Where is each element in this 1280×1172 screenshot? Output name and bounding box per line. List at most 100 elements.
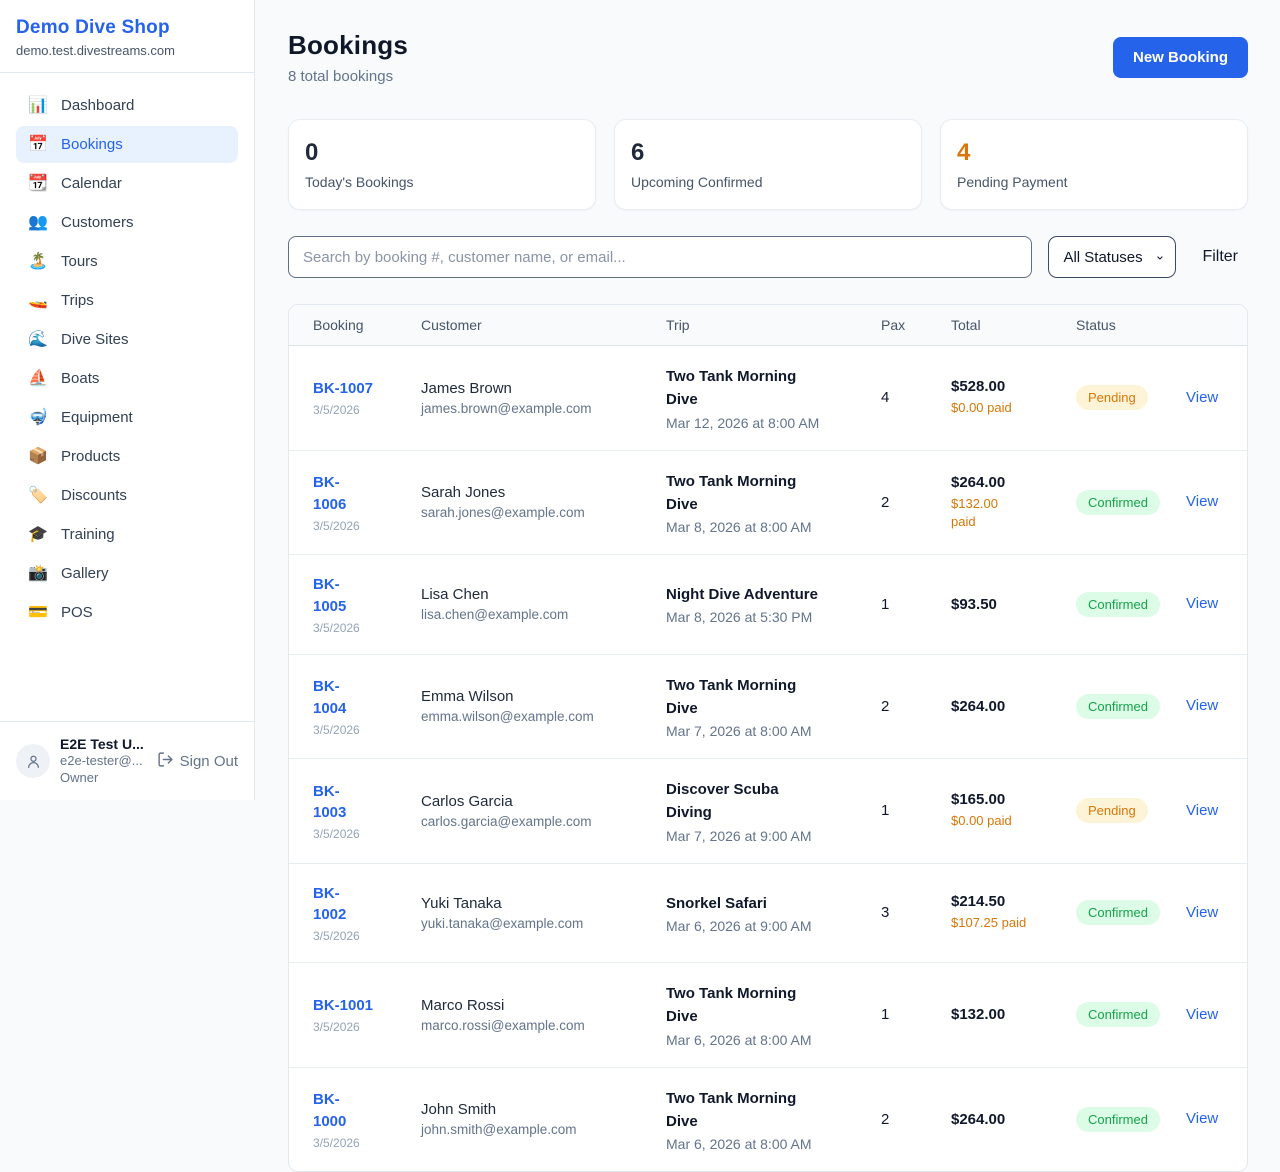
sidebar-item-gallery[interactable]: 📸 Gallery: [16, 555, 238, 592]
customers-icon: 👥: [28, 215, 48, 231]
booking-number-link[interactable]: BK-1002: [313, 883, 346, 927]
view-link[interactable]: View: [1186, 389, 1218, 406]
sidebar-item-discounts[interactable]: 🏷️ Discounts: [16, 477, 238, 514]
customer-name: John Smith: [421, 1101, 642, 1118]
sidebar-item-label: Dashboard: [61, 97, 134, 114]
col-header-trip: Trip: [654, 305, 869, 346]
table-row: BK-1002 3/5/2026 Yuki Tanaka yuki.tanaka…: [289, 863, 1248, 963]
sidebar-item-customers[interactable]: 👥 Customers: [16, 204, 238, 241]
customer-name: James Brown: [421, 380, 642, 397]
col-header-actions: [1174, 305, 1248, 346]
user-name: E2E Test U...: [60, 735, 144, 753]
status-badge: Confirmed: [1076, 1107, 1160, 1132]
view-link[interactable]: View: [1186, 697, 1218, 714]
new-booking-button[interactable]: New Booking: [1113, 37, 1248, 78]
booking-number-link[interactable]: BK-1007: [313, 378, 373, 400]
sidebar-item-label: Training: [61, 526, 115, 543]
stat-label: Pending Payment: [957, 174, 1231, 190]
bookings-table-card: Booking Customer Trip Pax Total Status B…: [288, 304, 1248, 1172]
paid-amount: $0.00 paid: [951, 812, 1052, 830]
trip-datetime: Mar 7, 2026 at 8:00 AM: [666, 723, 857, 739]
trip-name: Discover Scuba Diving: [666, 778, 826, 825]
sidebar-item-trips[interactable]: 🚤 Trips: [16, 282, 238, 319]
table-row: BK-1006 3/5/2026 Sarah Jones sarah.jones…: [289, 450, 1248, 555]
sidebar-item-label: Products: [61, 448, 120, 465]
pax-count: 2: [881, 698, 927, 715]
tours-icon: 🏝️: [28, 254, 48, 270]
sidebar-item-tours[interactable]: 🏝️ Tours: [16, 243, 238, 280]
bookings-tbody: BK-1007 3/5/2026 James Brown james.brown…: [289, 346, 1248, 1172]
booking-number-link[interactable]: BK-1003: [313, 781, 346, 825]
trip-name: Two Tank Morning Dive: [666, 674, 826, 721]
trip-datetime: Mar 7, 2026 at 9:00 AM: [666, 828, 857, 844]
sidebar-item-dashboard[interactable]: 📊 Dashboard: [16, 87, 238, 124]
sidebar-item-training[interactable]: 🎓 Training: [16, 516, 238, 553]
sidebar-item-dive-sites[interactable]: 🌊 Dive Sites: [16, 321, 238, 358]
customer-email: sarah.jones@example.com: [421, 505, 642, 520]
status-badge: Pending: [1076, 385, 1148, 410]
view-link[interactable]: View: [1186, 1110, 1218, 1127]
sidebar-item-boats[interactable]: ⛵ Boats: [16, 360, 238, 397]
customer-email: emma.wilson@example.com: [421, 709, 642, 724]
total-amount: $528.00: [951, 378, 1052, 395]
status-filter-select[interactable]: All Statuses: [1048, 236, 1176, 278]
page-title-block: Bookings 8 total bookings: [288, 30, 408, 85]
booking-date: 3/5/2026: [313, 621, 397, 635]
booking-date: 3/5/2026: [313, 827, 397, 841]
sidebar-item-label: POS: [61, 604, 93, 621]
booking-number-link[interactable]: BK-1000: [313, 1089, 346, 1133]
pax-count: 4: [881, 389, 927, 406]
view-link[interactable]: View: [1186, 595, 1218, 612]
customer-email: lisa.chen@example.com: [421, 607, 642, 622]
customer-email: john.smith@example.com: [421, 1122, 642, 1137]
customer-email: carlos.garcia@example.com: [421, 814, 642, 829]
dashboard-icon: 📊: [28, 98, 48, 114]
sidebar-item-label: Gallery: [61, 565, 109, 582]
sidebar-item-pos[interactable]: 💳 POS: [16, 594, 238, 631]
total-bookings-count: 8 total bookings: [288, 68, 408, 85]
pax-count: 2: [881, 494, 927, 511]
sidebar-item-label: Trips: [61, 292, 94, 309]
booking-number-link[interactable]: BK-1006: [313, 472, 346, 516]
sign-out-label: Sign Out: [180, 753, 238, 770]
bookings-icon: 📅: [28, 137, 48, 153]
view-link[interactable]: View: [1186, 904, 1218, 921]
customer-email: marco.rossi@example.com: [421, 1018, 642, 1033]
stat-card-todays-bookings: 0 Today's Bookings: [288, 119, 596, 210]
booking-date: 3/5/2026: [313, 723, 397, 737]
status-filter-wrap: All Statuses ⌄: [1048, 236, 1176, 278]
total-amount: $264.00: [951, 1111, 1052, 1128]
search-input[interactable]: [288, 236, 1032, 278]
booking-date: 3/5/2026: [313, 1020, 397, 1034]
trip-datetime: Mar 8, 2026 at 5:30 PM: [666, 609, 857, 625]
shop-name: Demo Dive Shop: [16, 17, 238, 39]
pax-count: 1: [881, 1006, 927, 1023]
view-link[interactable]: View: [1186, 493, 1218, 510]
stat-value: 6: [631, 139, 905, 167]
col-header-booking: Booking: [289, 305, 409, 346]
view-link[interactable]: View: [1186, 802, 1218, 819]
sidebar-item-calendar[interactable]: 📆 Calendar: [16, 165, 238, 202]
status-badge: Confirmed: [1076, 694, 1160, 719]
sidebar: Demo Dive Shop demo.test.divestreams.com…: [0, 0, 255, 800]
trips-icon: 🚤: [28, 293, 48, 309]
filter-button[interactable]: Filter: [1192, 242, 1248, 272]
sidebar-nav: 📊 Dashboard 📅 Bookings 📆 Calendar 👥 Cust…: [0, 73, 254, 647]
page-header: Bookings 8 total bookings New Booking: [288, 30, 1248, 85]
shop-logo-block: Demo Dive Shop demo.test.divestreams.com: [0, 0, 254, 73]
sidebar-item-bookings[interactable]: 📅 Bookings: [16, 126, 238, 163]
booking-number-link[interactable]: BK-1004: [313, 676, 346, 720]
page-title: Bookings: [288, 30, 408, 61]
col-header-status: Status: [1064, 305, 1174, 346]
pos-icon: 💳: [28, 605, 48, 621]
sidebar-item-products[interactable]: 📦 Products: [16, 438, 238, 475]
view-link[interactable]: View: [1186, 1006, 1218, 1023]
booking-number-link[interactable]: BK-1005: [313, 574, 346, 618]
sidebar-item-equipment[interactable]: 🤿 Equipment: [16, 399, 238, 436]
trip-datetime: Mar 12, 2026 at 8:00 AM: [666, 415, 857, 431]
user-role: Owner: [60, 770, 144, 787]
sign-out-button[interactable]: Sign Out: [157, 751, 238, 772]
calendar-icon: 📆: [28, 176, 48, 192]
status-badge: Pending: [1076, 798, 1148, 823]
booking-number-link[interactable]: BK-1001: [313, 995, 373, 1017]
